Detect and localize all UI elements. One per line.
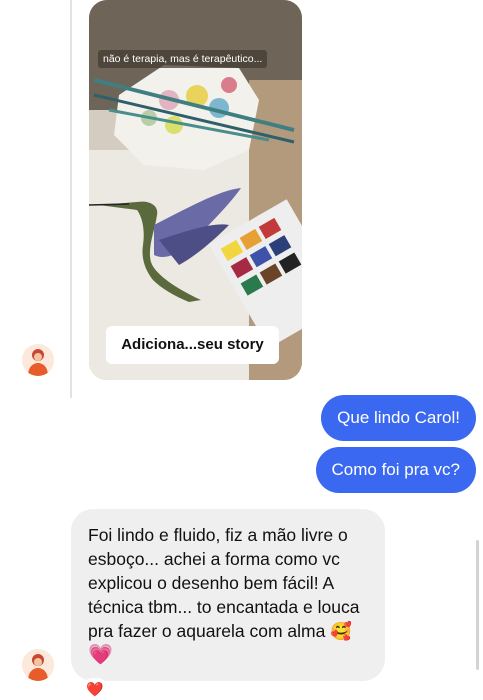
message-line: esboço... achei a forma como vc: [88, 549, 340, 569]
add-story-chip[interactable]: Adiciona...seu story: [106, 326, 279, 364]
red-heart-icon[interactable]: ❤️: [82, 678, 108, 700]
message-line: Foi lindo e fluido, fiz a mão livre o: [88, 525, 348, 545]
message-line: técnica tbm... to encantada e louca: [88, 597, 360, 617]
message-line: pra fazer o aquarela com alma 🥰: [88, 621, 352, 641]
message-line: explicou o desenho bem fácil! A: [88, 573, 335, 593]
reply-thread-line: [70, 0, 72, 398]
scrollbar[interactable]: [476, 540, 479, 670]
outgoing-message[interactable]: Que lindo Carol!: [321, 395, 476, 441]
story-caption: não é terapia, mas é terapêutico...: [98, 50, 268, 68]
contact-avatar-icon[interactable]: [22, 649, 54, 681]
pink-heart-icon: 💗: [88, 644, 113, 666]
story-reply-card[interactable]: não é terapia, mas é terapêutico... Adic…: [89, 0, 302, 380]
outgoing-message[interactable]: Como foi pra vc?: [315, 447, 476, 493]
contact-avatar-icon[interactable]: [22, 344, 54, 376]
incoming-message[interactable]: Foi lindo e fluido, fiz a mão livre o es…: [71, 509, 385, 681]
